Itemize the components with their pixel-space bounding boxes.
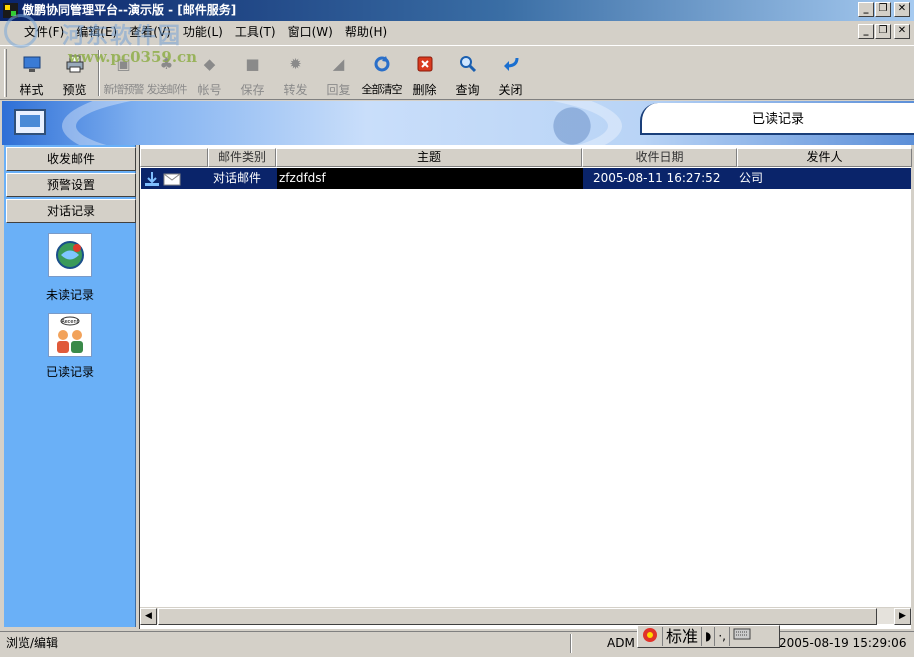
scroll-thumb[interactable]	[158, 608, 877, 625]
toolbar-grip[interactable]	[4, 49, 7, 97]
query-button[interactable]: 查询	[446, 48, 489, 98]
row-subject: zfzdfdsf	[277, 168, 583, 189]
watermark-logo	[4, 14, 38, 48]
refresh-icon	[372, 54, 392, 74]
banner-title-tab: 已读记录	[640, 103, 914, 135]
ime-logo-icon[interactable]	[638, 627, 663, 646]
horizontal-scrollbar[interactable]: ◀ ▶	[140, 607, 912, 625]
account-icon: ◆	[203, 55, 216, 73]
return-arrow-icon	[501, 54, 521, 74]
read-icon-caption: Recent	[61, 319, 78, 325]
mdi-minimize-button[interactable]: _	[858, 24, 874, 39]
menu-tools[interactable]: 工具(T)	[229, 24, 282, 40]
status-mode: 浏览/编辑	[6, 636, 59, 650]
menu-window[interactable]: 窗口(W)	[282, 24, 339, 40]
attachment-down-icon	[145, 171, 159, 186]
row-date: 2005-08-11 16:27:52	[593, 171, 721, 185]
column-header-icon[interactable]	[140, 148, 208, 167]
restore-button[interactable]: ❐	[875, 2, 891, 17]
scroll-left-icon[interactable]: ◀	[140, 608, 157, 625]
mdi-close-button[interactable]: ✕	[894, 24, 910, 39]
mail-table: 邮件类别 主题 收件日期 发件人 对话邮件 zfzdfdsf 2005-08-1…	[139, 145, 912, 629]
reply-button[interactable]: ◢ 回复	[317, 48, 360, 98]
unread-icon[interactable]	[48, 233, 92, 277]
gear-icon: ✹	[289, 55, 302, 73]
menu-function[interactable]: 功能(L)	[177, 24, 229, 40]
save-icon: ■	[245, 55, 260, 73]
column-header-category[interactable]: 邮件类别	[208, 148, 276, 167]
reply-icon: ◢	[332, 55, 345, 73]
computer-icon	[14, 109, 46, 135]
magnifier-icon	[458, 54, 478, 74]
ime-halfwidth-icon[interactable]: ◗	[702, 627, 716, 646]
scroll-right-icon[interactable]: ▶	[894, 608, 911, 625]
banner-title: 已读记录	[751, 112, 804, 127]
read-icon[interactable]: Recent	[48, 313, 92, 357]
nav-send-receive-mail[interactable]: 收发邮件	[6, 147, 136, 171]
banner: 已读记录	[2, 101, 914, 145]
ime-toolbar: 标准 ◗ ·,	[637, 625, 780, 648]
clear-all-button[interactable]: 全部清空	[360, 48, 403, 98]
watermark-url: www.pc0359.cn	[68, 48, 198, 66]
nav-read-label[interactable]: 已读记录	[4, 363, 136, 380]
ime-standard-mode[interactable]: 标准	[663, 627, 703, 646]
nav-conversation-records[interactable]: 对话记录	[6, 199, 136, 223]
menu-help[interactable]: 帮助(H)	[339, 24, 393, 40]
ime-keyboard-icon[interactable]	[730, 627, 754, 646]
delete-icon	[415, 54, 435, 74]
mdi-restore-button[interactable]: ❐	[875, 24, 891, 39]
delete-button[interactable]: 删除	[403, 48, 446, 98]
close-button[interactable]: ✕	[894, 2, 910, 17]
ime-punctuation-icon[interactable]: ·,	[715, 627, 730, 646]
gear-decoration-icon	[522, 101, 622, 145]
column-header-subject[interactable]: 主题	[276, 148, 582, 167]
status-datetime: 2005-08-19 15:29:06	[779, 636, 907, 650]
monitor-icon	[22, 54, 42, 74]
left-nav: 收发邮件 预警设置 对话记录 未读记录 Recent 已读记录	[4, 145, 136, 627]
column-header-sender[interactable]: 发件人	[737, 148, 912, 167]
column-header-date[interactable]: 收件日期	[582, 148, 737, 167]
mdi-controls: _ ❐ ✕	[858, 24, 910, 39]
window-title: 傲鹏协同管理平台--演示版 - [邮件服务]	[22, 3, 237, 17]
watermark-site: 河东软件园	[62, 24, 183, 49]
close-tool-button[interactable]: 关闭	[489, 48, 532, 98]
save-button[interactable]: ■ 保存	[231, 48, 274, 98]
envelope-icon	[163, 173, 181, 185]
minimize-button[interactable]: _	[858, 2, 874, 17]
table-row[interactable]: 对话邮件 zfzdfdsf 2005-08-11 16:27:52 公司	[141, 168, 911, 189]
style-button[interactable]: 样式	[10, 48, 53, 98]
nav-unread-label[interactable]: 未读记录	[4, 286, 136, 303]
row-category: 对话邮件	[213, 171, 262, 185]
forward-button[interactable]: ✹ 转发	[274, 48, 317, 98]
window-controls: _ ❐ ✕	[858, 2, 910, 17]
row-sender: 公司	[739, 171, 764, 185]
nav-warning-settings[interactable]: 预警设置	[6, 173, 136, 197]
